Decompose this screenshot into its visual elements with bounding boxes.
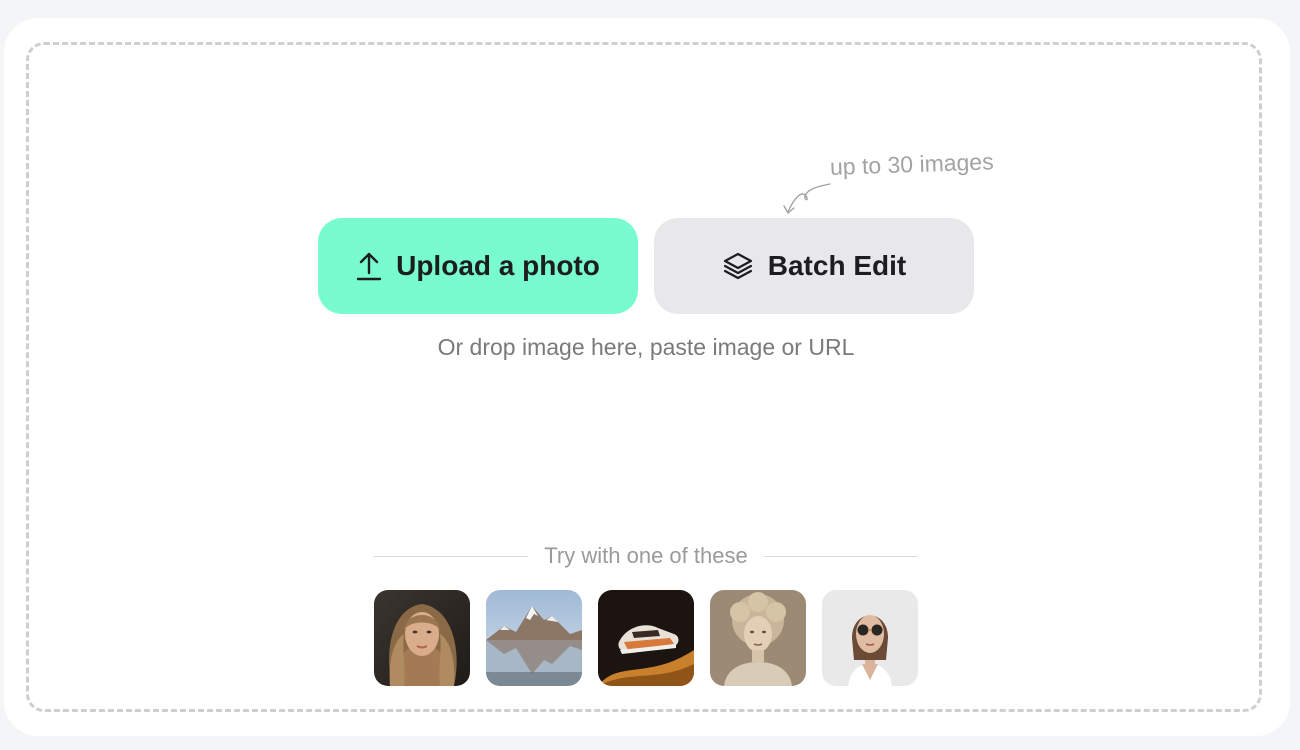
- portrait-woman-sample[interactable]: [374, 590, 470, 686]
- upload-icon: [356, 252, 382, 281]
- upload-photo-button[interactable]: Upload a photo: [318, 218, 638, 314]
- divider-line-left: [374, 555, 529, 557]
- upload-photo-label: Upload a photo: [396, 250, 600, 281]
- drop-instructions: Or drop image here, paste image or URL: [437, 334, 855, 360]
- layers-icon: [723, 252, 752, 280]
- batch-edit-label: Batch Edit: [767, 250, 907, 281]
- batch-edit-button[interactable]: Batch Edit: [654, 218, 974, 314]
- sneaker-sample[interactable]: [598, 590, 694, 686]
- try-samples-divider: Try with one of these: [374, 540, 918, 572]
- curved-arrow-icon: [783, 183, 831, 214]
- sample-images: [374, 590, 918, 686]
- divider-line-right: [763, 555, 918, 557]
- vintage-portrait-sample[interactable]: [710, 590, 806, 686]
- mountain-lake-sample[interactable]: [486, 590, 582, 686]
- sunglasses-woman-sample[interactable]: [822, 590, 918, 686]
- batch-hint: up to 30 images: [829, 148, 995, 180]
- try-samples-label: Try with one of these: [544, 543, 748, 568]
